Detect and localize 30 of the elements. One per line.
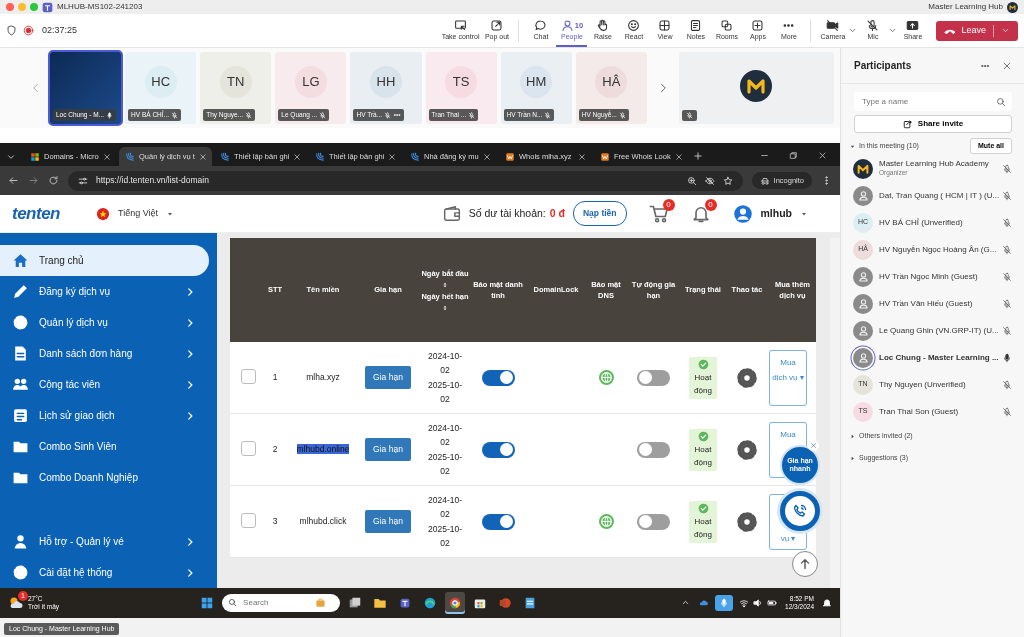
avatar-initials: HH: [370, 66, 402, 99]
avatar-initials: HÂ: [595, 66, 628, 99]
start-date: 2024-10-02: [427, 349, 463, 378]
avatar-initials: LG: [294, 66, 327, 99]
avatar-initials: TN: [219, 66, 252, 99]
balance-amount: 0 đ: [549, 205, 565, 221]
window-title: MLHUB-MS102-241203: [57, 1, 143, 13]
domain-name: mlha.xyz: [306, 372, 340, 383]
start-date: 2024-10-02: [427, 421, 463, 450]
avatar-initials: TS: [445, 66, 478, 99]
domain-name: mlhubd.online: [296, 444, 350, 455]
end-date: 2025-10-02: [427, 522, 463, 551]
balance-label: Số dư tài khoản:: [468, 205, 546, 221]
count-badge: 0: [704, 198, 717, 211]
row-number: 2: [272, 444, 278, 455]
avatar-initials: HM: [520, 66, 553, 99]
row-number: 1: [272, 372, 278, 383]
avatar-initials: HC: [144, 66, 177, 99]
count-badge: 0: [662, 198, 675, 211]
status-label: Hoạt động: [693, 371, 713, 397]
domain-name: mlhubd.click: [299, 516, 347, 527]
account-name: Master Learning Hub: [928, 1, 1003, 13]
meeting-timer: 02:37:25: [42, 23, 78, 37]
panel-title: Participants: [854, 59, 913, 73]
end-date: 2025-10-02: [427, 450, 463, 479]
status-label: Hoạt động: [693, 443, 713, 469]
row-number: 3: [272, 516, 278, 527]
end-date: 2025-10-02: [427, 378, 463, 407]
status-label: Hoạt động: [693, 515, 713, 541]
start-date: 2024-10-02: [427, 493, 463, 522]
